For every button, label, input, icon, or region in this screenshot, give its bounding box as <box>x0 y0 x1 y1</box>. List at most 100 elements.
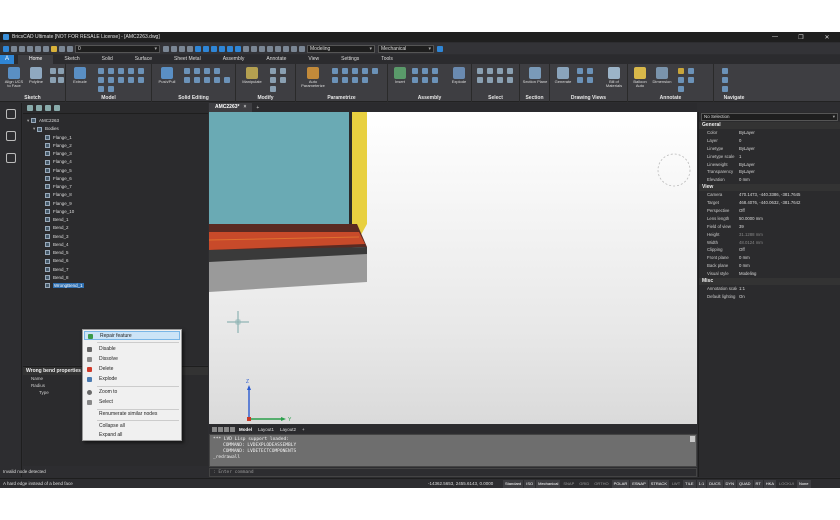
select-filter-icon[interactable] <box>477 77 483 83</box>
tree-flange[interactable]: Flange_2 <box>41 142 72 149</box>
menu-expand-all[interactable]: Expand all <box>84 431 180 440</box>
property-value[interactable]: 48.0124 mm <box>737 239 840 247</box>
cone-icon[interactable] <box>128 68 134 74</box>
copy-icon[interactable] <box>280 68 286 74</box>
visual-style-hidden-icon[interactable] <box>251 45 257 52</box>
arc-icon[interactable] <box>50 77 56 83</box>
tree-bend[interactable]: Bend_2 <box>41 224 69 231</box>
menu-select[interactable]: Select <box>84 398 180 407</box>
layer-lock-icon[interactable] <box>67 45 73 52</box>
hide-objects-icon[interactable] <box>507 77 513 83</box>
centerline-icon[interactable] <box>678 86 684 92</box>
library-panel-icon[interactable] <box>5 153 16 163</box>
tab-surface[interactable]: Surface <box>124 55 163 64</box>
property-value[interactable]: 31.1288 mm <box>737 231 840 239</box>
props-group-general[interactable]: General <box>699 122 840 129</box>
explode-button[interactable]: Explode <box>450 67 468 84</box>
rectangle-icon[interactable] <box>58 77 64 83</box>
shell-icon[interactable] <box>204 68 210 74</box>
delete-faces-icon[interactable] <box>184 77 190 83</box>
property-value[interactable]: 470.1473, -440.3386, -381.7645 <box>737 191 840 199</box>
tree-bend[interactable]: Bend_7 <box>41 266 69 273</box>
property-value[interactable]: ByLayer <box>737 168 840 176</box>
isolate-icon[interactable] <box>497 77 503 83</box>
status-toggle[interactable]: RT <box>753 480 763 488</box>
status-toggle[interactable]: None <box>796 480 811 488</box>
property-row[interactable]: Height 31.1288 mm <box>699 231 840 239</box>
minimize-button[interactable]: — <box>762 34 788 41</box>
menu-disable[interactable]: Disable <box>84 345 180 354</box>
document-tab[interactable]: AMC2263* × <box>209 103 253 112</box>
menu-explode[interactable]: Explode <box>84 375 180 384</box>
polyline-button[interactable]: Polyline <box>26 67 46 84</box>
profile-combo[interactable]: Mechanical ▾ <box>378 44 434 53</box>
property-value[interactable]: 39 <box>737 223 840 231</box>
balloon-auto-button[interactable]: Balloon Auto <box>630 67 650 88</box>
property-value[interactable]: ByLayer <box>737 145 840 153</box>
new-file-icon[interactable] <box>3 45 9 52</box>
property-row[interactable]: Annotation scale 1:1 <box>699 285 840 293</box>
view-iso-icon[interactable] <box>219 45 225 52</box>
tree-bend[interactable]: Bend_8 <box>41 274 69 281</box>
layout-tab-model[interactable]: Model <box>236 427 255 432</box>
select-previous-icon[interactable] <box>487 77 493 83</box>
color-icon[interactable] <box>163 45 169 52</box>
property-row[interactable]: Linetype scale 1 <box>699 153 840 161</box>
tab-assembly[interactable]: Assembly <box>212 55 256 64</box>
status-toggle[interactable]: ORTHO <box>592 480 610 488</box>
property-row[interactable]: Color ByLayer <box>699 129 840 137</box>
workspace-combo[interactable]: Modeling ▾ <box>307 44 375 53</box>
fix-constraint-icon[interactable] <box>372 68 378 74</box>
menu-repair-feature[interactable]: Repair feature <box>84 331 180 340</box>
save-icon[interactable] <box>19 45 25 52</box>
tab-sketch[interactable]: Sketch <box>53 55 90 64</box>
property-row[interactable]: Perspective Off <box>699 207 840 215</box>
browser-filter-icon[interactable] <box>27 105 33 111</box>
status-toggle[interactable]: QUAD <box>736 480 753 488</box>
zoom-icon[interactable] <box>283 45 289 52</box>
browser-search-icon[interactable] <box>54 105 60 111</box>
coincident-constraint-icon[interactable] <box>332 68 338 74</box>
property-row[interactable]: Field of view 39 <box>699 223 840 231</box>
sphere-icon[interactable] <box>118 68 124 74</box>
property-value[interactable]: 0 mm <box>737 254 840 262</box>
tab-tools[interactable]: Tools <box>370 55 404 64</box>
visual-style-shaded-icon[interactable] <box>259 45 265 52</box>
prev-layout-icon[interactable] <box>218 426 223 432</box>
status-toggle[interactable]: Mechanical <box>536 480 561 488</box>
tree-bend[interactable]: Bend_3 <box>41 233 69 240</box>
application-menu-button[interactable]: A <box>0 55 14 64</box>
property-row[interactable]: Clipping Off <box>699 246 840 254</box>
measure-icon[interactable] <box>275 45 281 52</box>
structure-panel-icon[interactable] <box>5 131 16 141</box>
array-icon[interactable] <box>270 86 276 92</box>
line-icon[interactable] <box>50 68 56 74</box>
next-layout-icon[interactable] <box>224 426 229 432</box>
detail-view-icon[interactable] <box>587 68 593 74</box>
revolve-icon[interactable] <box>98 77 104 83</box>
tab-annotate[interactable]: Annotate <box>255 55 297 64</box>
replace-component-icon[interactable] <box>412 77 418 83</box>
command-input[interactable]: : Enter command <box>209 468 697 477</box>
status-toggle[interactable]: LOCKUI <box>777 480 796 488</box>
tree-root[interactable]: ▾ AMC2263 <box>27 117 59 124</box>
props-group-view[interactable]: View <box>699 184 840 192</box>
property-row[interactable]: Elevation 0 mm <box>699 176 840 184</box>
property-value[interactable]: 0 <box>737 137 840 145</box>
menu-collapse-all[interactable]: Collapse all <box>84 422 180 431</box>
property-row[interactable]: Width 48.0124 mm <box>699 239 840 247</box>
restore-button[interactable]: ❐ <box>788 34 814 41</box>
visual-style-wire-icon[interactable] <box>243 45 249 52</box>
tree-bodies[interactable]: ▾ Bodies <box>33 125 59 132</box>
bill-of-materials-button[interactable]: Bill of Materials <box>602 67 626 88</box>
fasten-icon[interactable] <box>422 77 428 83</box>
section-view-icon[interactable] <box>577 77 583 83</box>
property-value[interactable]: Off <box>737 207 840 215</box>
add-layout-button[interactable]: + <box>299 427 308 432</box>
last-layout-icon[interactable] <box>230 426 235 432</box>
extrude-button[interactable]: Extrude <box>69 67 91 84</box>
dimension-button[interactable]: Dimension <box>650 67 674 84</box>
status-toggle[interactable]: STRACK <box>648 480 669 488</box>
property-row[interactable]: Target 468.4076, -440.0632, -381.7642 <box>699 199 840 207</box>
property-value[interactable]: ByLayer <box>737 161 840 169</box>
